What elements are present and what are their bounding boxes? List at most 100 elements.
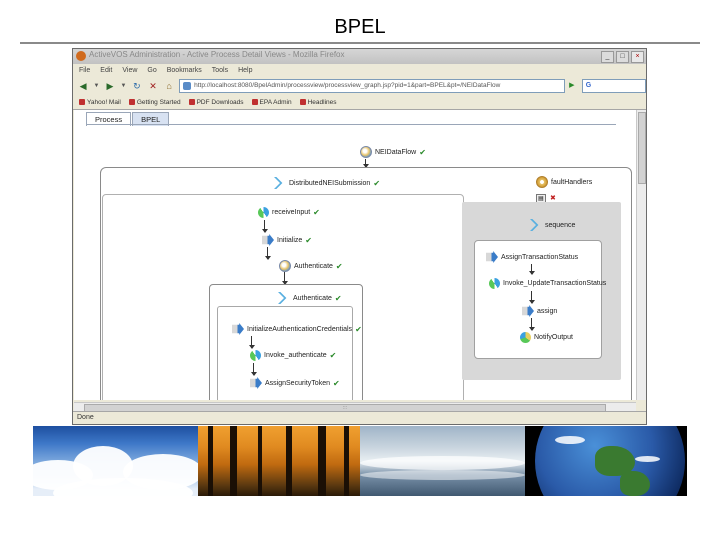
check-icon: ✔ (313, 208, 320, 217)
tree-trunk (258, 426, 262, 496)
menu-bar: File Edit View Go Bookmarks Tools Help (73, 64, 646, 76)
slide-title: BPEL (334, 16, 386, 38)
sequence-node-main[interactable]: DistributedNEISubmission ✔ (274, 177, 380, 189)
forward-dropdown-icon[interactable]: ▼ (120, 79, 127, 93)
window-titlebar[interactable]: ActiveVOS Administration - Active Proces… (73, 49, 646, 64)
assign-icon (522, 305, 534, 317)
sequence-icon (274, 177, 283, 189)
receive-icon (258, 207, 269, 218)
connector (265, 247, 271, 260)
cloud-shape (635, 456, 660, 462)
close-button[interactable]: × (631, 51, 644, 63)
navigation-toolbar: ◀ ▼ ▶ ▼ ↻ ✕ ⌂ http://localhost:8080/Bpel… (73, 76, 646, 96)
sequence-icon (278, 292, 287, 304)
tree-trunk (344, 426, 349, 496)
check-icon: ✔ (305, 235, 312, 245)
process-icon (360, 146, 372, 158)
process-node-root[interactable]: NEIDataFlow ✔ (360, 146, 426, 158)
activity-authenticate-scope[interactable]: Authenticate ✔ (279, 260, 343, 272)
minimize-button[interactable]: _ (601, 51, 614, 63)
activity-assign[interactable]: assign (522, 305, 557, 317)
assign-icon (262, 234, 274, 246)
assign-icon (486, 251, 498, 263)
forward-icon[interactable]: ▶ (104, 79, 116, 93)
menu-help[interactable]: Help (238, 67, 252, 74)
activity-initialize[interactable]: Initialize ✔ (262, 234, 312, 246)
back-icon[interactable]: ◀ (77, 79, 89, 93)
ocean-waves-photo (360, 426, 525, 496)
cloud-shape (555, 436, 585, 444)
back-dropdown-icon[interactable]: ▼ (93, 79, 100, 93)
earth-globe-photo (525, 426, 687, 496)
connector (363, 159, 369, 168)
fault-x-icon: ✖ (550, 195, 556, 202)
connector (249, 336, 255, 349)
scope-icon (279, 260, 291, 272)
address-bar[interactable]: http://localhost:8080/BpelAdmin/processv… (179, 79, 566, 93)
activity-assign-security-token[interactable]: AssignSecurityToken ✔ (250, 377, 340, 389)
assign-icon (232, 323, 244, 335)
vertical-scroll-thumb[interactable] (638, 112, 646, 184)
tree-trunk (208, 426, 213, 496)
invoke-icon (250, 350, 261, 361)
vertical-scrollbar[interactable] (636, 110, 646, 400)
bookmark-item[interactable]: EPA Admin (252, 99, 292, 106)
check-icon: ✔ (332, 378, 340, 388)
activity-init-auth-credentials[interactable]: InitializeAuthenticationCredentials ✔ (232, 323, 362, 335)
status-bar: Done (73, 411, 646, 424)
connector (262, 220, 268, 233)
activity-invoke-authenticate[interactable]: Invoke_authenticate ✔ (250, 350, 336, 361)
menu-tools[interactable]: Tools (212, 67, 228, 74)
title-divider (20, 42, 700, 44)
connector (251, 363, 257, 376)
menu-file[interactable]: File (79, 67, 90, 74)
wave-shape (360, 470, 525, 480)
connector (529, 318, 535, 331)
check-icon: ✔ (334, 293, 342, 303)
sequence-icon (530, 219, 539, 231)
tab-underline (86, 124, 616, 125)
firefox-icon (76, 51, 86, 61)
bookmark-item[interactable]: Getting Started (129, 99, 181, 106)
browser-window: ActiveVOS Administration - Active Proces… (72, 48, 647, 425)
fault-handlers-node[interactable]: faultHandlers (536, 176, 592, 188)
menu-go[interactable]: Go (147, 67, 156, 74)
bookmark-item[interactable]: Headlines (300, 99, 337, 106)
check-icon: ✔ (373, 178, 381, 188)
connector (529, 264, 535, 275)
fault-handler-icon (536, 176, 548, 188)
bookmark-item[interactable]: PDF Downloads (189, 99, 244, 106)
forest-sunset-photo (198, 426, 360, 496)
reply-icon (520, 332, 531, 343)
check-icon: ✔ (355, 324, 362, 334)
activity-notify-output[interactable]: NotifyOutput (520, 332, 573, 343)
page-content: Process BPEL NEIDataFlow ✔ DistributedNE… (74, 110, 636, 400)
tree-trunk (230, 426, 237, 496)
tree-trunk (318, 426, 326, 496)
assign-icon (250, 377, 262, 389)
activity-receive-input[interactable]: receiveInput ✔ (258, 207, 320, 218)
sequence-node-authenticate[interactable]: Authenticate ✔ (278, 292, 342, 304)
maximize-button[interactable]: □ (616, 51, 629, 63)
search-input[interactable] (581, 79, 646, 93)
tree-trunk (286, 426, 292, 496)
bookmarks-toolbar: Yahoo! Mail Getting Started PDF Download… (73, 96, 646, 110)
reload-icon[interactable]: ↻ (131, 79, 143, 93)
bookmark-item[interactable]: Yahoo! Mail (79, 99, 121, 106)
home-icon[interactable]: ⌂ (163, 79, 175, 93)
connector (282, 272, 288, 285)
check-icon: ✔ (419, 147, 426, 157)
wave-shape (360, 456, 525, 470)
check-icon: ✔ (329, 351, 337, 360)
menu-view[interactable]: View (122, 67, 137, 74)
activity-assign-transaction-status[interactable]: AssignTransactionStatus (486, 251, 578, 263)
menu-bookmarks[interactable]: Bookmarks (167, 67, 202, 74)
check-icon: ✔ (335, 261, 343, 271)
menu-edit[interactable]: Edit (100, 67, 112, 74)
fault-sequence-node[interactable]: sequence (530, 219, 575, 231)
go-icon[interactable]: ▶ (569, 81, 578, 91)
stop-icon[interactable]: ✕ (147, 79, 159, 93)
window-title: ActiveVOS Administration - Active Proces… (89, 50, 345, 59)
sky-clouds-photo (33, 426, 198, 496)
activity-invoke-update-transaction-status[interactable]: Invoke_UpdateTransactionStatus (489, 278, 606, 289)
